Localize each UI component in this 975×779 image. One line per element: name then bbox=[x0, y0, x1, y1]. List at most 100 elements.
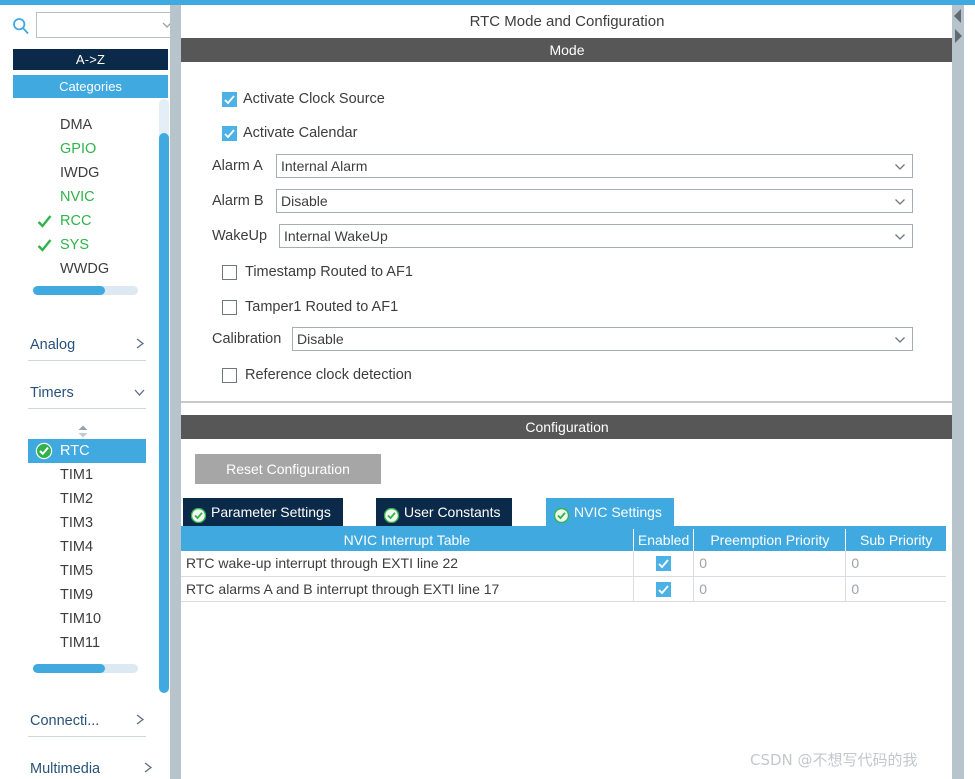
chevron-right-icon bbox=[135, 337, 146, 354]
cell-enabled-checkbox[interactable] bbox=[633, 551, 695, 577]
left-splitter[interactable] bbox=[170, 5, 181, 779]
search-box[interactable] bbox=[36, 12, 178, 38]
row-activate-calendar: Activate Calendar bbox=[181, 116, 953, 151]
row-timestamp-af1: Timestamp Routed to AF1 bbox=[181, 255, 953, 290]
categories-button[interactable]: Categories bbox=[13, 75, 168, 98]
window-right-edge bbox=[964, 5, 975, 779]
sidebar-timer-label: TIM1 bbox=[60, 467, 94, 483]
tab-nvic-settings[interactable]: NVIC Settings bbox=[546, 498, 674, 526]
tab-parameter-settings[interactable]: Parameter Settings bbox=[183, 498, 343, 526]
sidebar-peripheral-wwdg[interactable]: WWDG bbox=[28, 257, 168, 281]
label-tamper1-routed-af1: Tamper1 Routed to AF1 bbox=[245, 299, 399, 315]
sidebar-timer-label: TIM3 bbox=[60, 515, 94, 531]
sidebar-group-connectivity[interactable]: Connecti... bbox=[28, 709, 146, 737]
check-circle-icon bbox=[35, 442, 53, 460]
select-alarm-a-value: Internal Alarm bbox=[281, 158, 368, 174]
table-header-row: NVIC Interrupt Table Enabled Preemption … bbox=[181, 529, 946, 551]
row-wakeup: WakeUp Internal WakeUp bbox=[181, 221, 953, 256]
checkbox-tamper1-routed-af1[interactable] bbox=[222, 300, 237, 315]
cell-sub-priority[interactable]: 0 bbox=[845, 576, 946, 602]
tab-user-constants[interactable]: User Constants bbox=[376, 498, 513, 526]
reset-configuration-button[interactable]: Reset Configuration bbox=[195, 454, 381, 484]
configuration-section-header: Configuration bbox=[181, 415, 953, 439]
timers-list: RTC TIM1 TIM2 TIM3 TIM4 TIM5 TIM9 TIM10 TIM11 bbox=[28, 423, 168, 663]
sidebar-scrollbar-thumb[interactable] bbox=[159, 133, 169, 693]
label-activate-clock-source: Activate Clock Source bbox=[243, 91, 385, 107]
sidebar-timer-tim5[interactable]: TIM5 bbox=[28, 559, 168, 583]
check-circle-icon bbox=[553, 504, 570, 524]
sidebar-group-label: Timers bbox=[30, 385, 74, 401]
column-header-sub[interactable]: Sub Priority bbox=[845, 529, 946, 551]
sidebar-timer-tim11[interactable]: TIM11 bbox=[28, 631, 168, 655]
sidebar-group-label: Connecti... bbox=[30, 713, 100, 729]
stm32cubemx-window: A->Z Categories DMA GPIO IWDG NVIC RCC SYS WWD… bbox=[0, 0, 975, 779]
column-header-enabled[interactable]: Enabled bbox=[633, 529, 695, 551]
sidebar-timer-tim4[interactable]: TIM4 bbox=[28, 535, 168, 559]
sidebar-peripheral-sys[interactable]: SYS bbox=[28, 233, 168, 257]
row-alarm-b: Alarm B Disable bbox=[181, 186, 953, 221]
column-header-interrupt[interactable]: NVIC Interrupt Table bbox=[181, 529, 634, 551]
sidebar-peripheral-dma[interactable]: DMA bbox=[28, 113, 168, 137]
sidebar-peripheral-gpio[interactable]: GPIO bbox=[28, 137, 168, 161]
timers-list-hscroll-thumb[interactable] bbox=[33, 664, 105, 673]
collapse-right-arrow-icon[interactable] bbox=[953, 28, 963, 49]
label-calibration: Calibration bbox=[212, 331, 282, 347]
configuration-tabstrip: Parameter Settings User Constants NVIC S… bbox=[181, 498, 953, 526]
sidebar-timer-label: TIM2 bbox=[60, 491, 94, 507]
checkbox-enabled[interactable] bbox=[656, 556, 672, 572]
sort-az-button[interactable]: A->Z bbox=[13, 49, 168, 70]
select-alarm-a[interactable]: Internal Alarm bbox=[276, 154, 913, 178]
label-wakeup: WakeUp bbox=[212, 228, 268, 244]
label-timestamp-routed-af1: Timestamp Routed to AF1 bbox=[245, 264, 413, 280]
sidebar-group-multimedia[interactable]: Multimedia bbox=[28, 757, 153, 779]
sidebar-timer-tim2[interactable]: TIM2 bbox=[28, 487, 168, 511]
checkbox-enabled[interactable] bbox=[656, 581, 672, 597]
sidebar-timer-label: RTC bbox=[60, 443, 90, 459]
sidebar-group-timers[interactable]: Timers bbox=[28, 381, 146, 409]
mode-configuration-panel: RTC Mode and Configuration Mode Activate… bbox=[181, 5, 975, 779]
table-row[interactable]: RTC wake-up interrupt through EXTI line … bbox=[181, 551, 946, 577]
tab-label: User Constants bbox=[404, 504, 501, 520]
checkbox-timestamp-routed-af1[interactable] bbox=[222, 265, 237, 280]
sidebar-peripheral-label: RCC bbox=[60, 213, 92, 229]
cell-enabled-checkbox[interactable] bbox=[633, 576, 695, 602]
sidebar-timer-label: TIM9 bbox=[60, 587, 94, 603]
sidebar-peripheral-label: WWDG bbox=[60, 261, 110, 277]
sidebar-timer-tim3[interactable]: TIM3 bbox=[28, 511, 168, 535]
cell-sub-priority[interactable]: 0 bbox=[845, 551, 946, 577]
cell-preemption-priority[interactable]: 0 bbox=[693, 551, 847, 577]
sidebar-group-analog[interactable]: Analog bbox=[28, 333, 146, 361]
sidebar-timer-rtc[interactable]: RTC bbox=[28, 439, 146, 463]
select-wakeup[interactable]: Internal WakeUp bbox=[279, 224, 913, 248]
table-row[interactable]: RTC alarms A and B interrupt through EXT… bbox=[181, 576, 946, 602]
sidebar-peripheral-label: GPIO bbox=[60, 141, 97, 157]
peripheral-list-hscroll-thumb[interactable] bbox=[33, 286, 105, 295]
sidebar-peripheral-nvic[interactable]: NVIC bbox=[28, 185, 168, 209]
sidebar-timer-tim1[interactable]: TIM1 bbox=[28, 463, 168, 487]
collapse-left-arrow-icon[interactable] bbox=[953, 8, 963, 29]
sidebar-peripheral-label: IWDG bbox=[60, 165, 100, 181]
search-row bbox=[0, 9, 178, 39]
label-reference-clock-detection: Reference clock detection bbox=[245, 367, 412, 383]
row-calibration: Calibration Disable bbox=[181, 324, 953, 359]
checkbox-activate-calendar[interactable] bbox=[222, 126, 237, 141]
right-splitter[interactable] bbox=[952, 5, 964, 779]
sidebar-peripheral-iwdg[interactable]: IWDG bbox=[28, 161, 168, 185]
select-alarm-b[interactable]: Disable bbox=[276, 189, 913, 213]
checkbox-reference-clock-detection[interactable] bbox=[222, 368, 237, 383]
select-calibration[interactable]: Disable bbox=[292, 327, 913, 351]
cell-preemption-priority[interactable]: 0 bbox=[693, 576, 847, 602]
select-alarm-b-value: Disable bbox=[281, 193, 328, 209]
sidebar-timer-label: TIM4 bbox=[60, 539, 94, 555]
chevron-down-icon bbox=[894, 333, 906, 345]
check-circle-icon bbox=[190, 504, 207, 524]
column-header-preemption[interactable]: Preemption Priority bbox=[693, 529, 847, 551]
tab-label: Parameter Settings bbox=[211, 504, 331, 520]
sidebar-timer-tim9[interactable]: TIM9 bbox=[28, 583, 168, 607]
search-input[interactable] bbox=[40, 15, 158, 35]
configuration-section-body: Reset Configuration Parameter Settings U… bbox=[181, 445, 953, 779]
sidebar-peripheral-rcc[interactable]: RCC bbox=[28, 209, 168, 233]
sidebar-peripheral-label: SYS bbox=[60, 237, 90, 253]
checkbox-activate-clock-source[interactable] bbox=[222, 92, 237, 107]
sidebar-timer-tim10[interactable]: TIM10 bbox=[28, 607, 168, 631]
